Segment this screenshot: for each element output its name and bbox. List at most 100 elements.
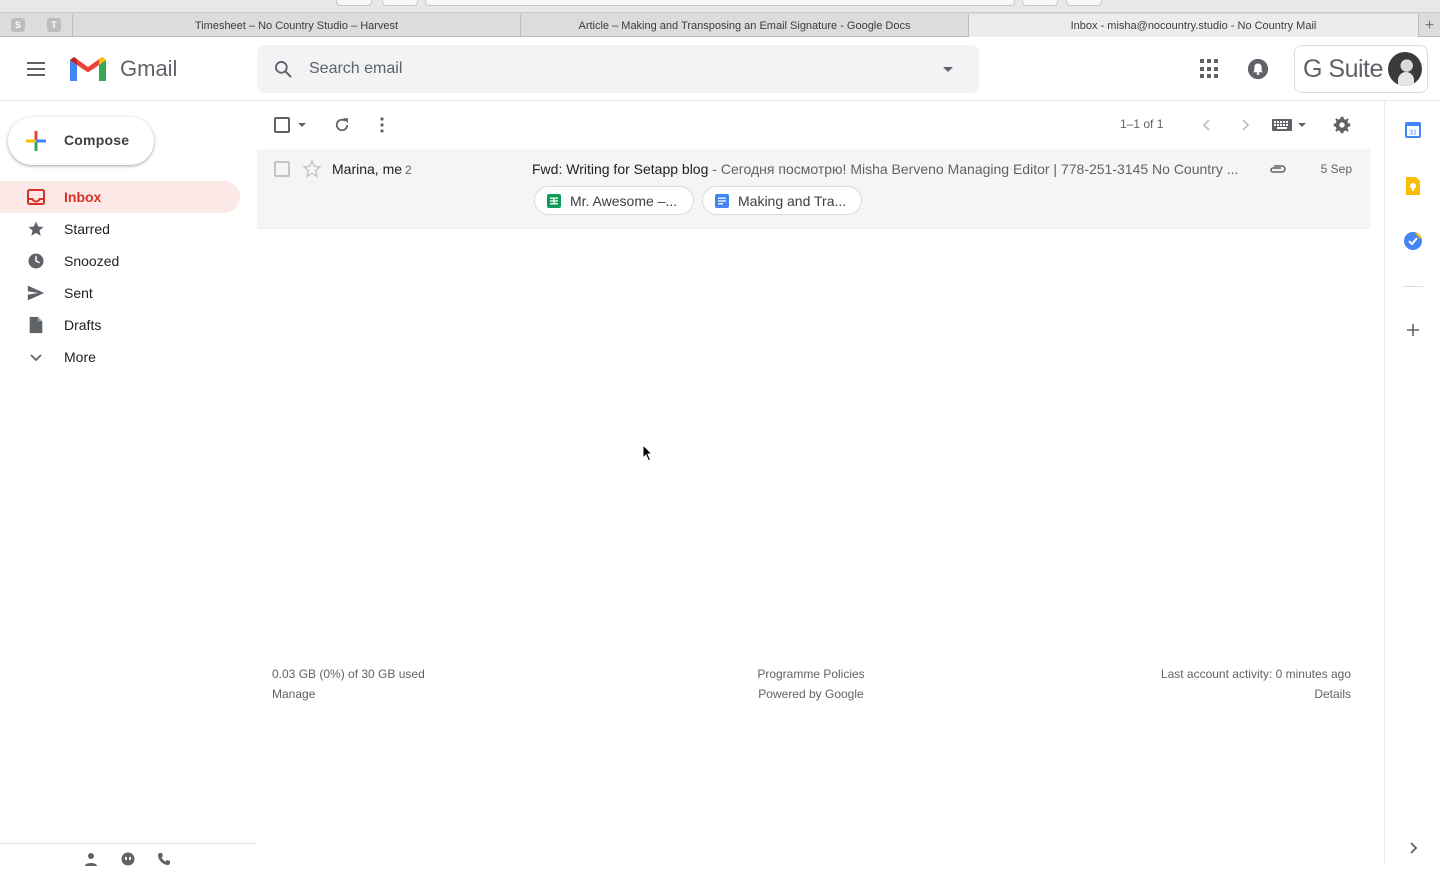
hangouts-bar — [0, 843, 256, 866]
tab-google-docs[interactable]: Article – Making and Transposing an Emai… — [520, 14, 968, 37]
tab-harvest[interactable]: Timesheet – No Country Studio – Harvest — [72, 14, 520, 37]
policy-info: Programme Policies Powered by Google — [711, 664, 911, 704]
email-select-checkbox[interactable] — [274, 161, 290, 177]
email-subject: Fwd: Writing for Setapp blog — [532, 161, 709, 177]
inbox-icon — [26, 188, 46, 206]
attachment-chip-sheet[interactable]: Mr. Awesome –... — [534, 186, 694, 215]
plus-icon: + — [1424, 16, 1435, 34]
pinned-tab-trello[interactable]: T — [40, 14, 68, 36]
gmail-wordmark: Gmail — [120, 56, 178, 81]
pinned-tab-label: S — [11, 18, 25, 32]
storage-usage: 0.03 GB (0%) of 30 GB used — [272, 667, 425, 681]
keep-icon[interactable] — [1403, 176, 1423, 196]
search-bar[interactable] — [257, 45, 979, 93]
browser-toolbar-edge — [0, 0, 1440, 13]
mouse-cursor-icon — [642, 444, 654, 462]
tab-gmail[interactable]: Inbox - misha@nocountry.studio - No Coun… — [968, 14, 1418, 37]
sidebar-item-label: Drafts — [64, 317, 102, 333]
browser-extension-button[interactable] — [1022, 0, 1058, 6]
notifications-bell-icon[interactable] — [1247, 58, 1269, 80]
sidebar-item-starred[interactable]: Starred — [0, 213, 240, 245]
compose-plus-icon — [26, 131, 46, 151]
manage-storage-link[interactable]: Manage — [272, 684, 425, 704]
tab-title: Article – Making and Transposing an Emai… — [578, 19, 911, 32]
keyboard-icon[interactable] — [1272, 119, 1294, 131]
tab-title: Inbox - misha@nocountry.studio - No Coun… — [1070, 19, 1317, 32]
email-row[interactable]: Marina, me 2 Fwd: Writing for Setapp blog… — [257, 149, 1370, 229]
star-toggle-icon[interactable] — [302, 159, 322, 179]
browser-address-bar[interactable] — [425, 0, 1015, 6]
account-switcher[interactable]: G Suite — [1294, 45, 1428, 93]
select-dropdown-icon[interactable] — [298, 123, 306, 127]
draft-icon — [26, 316, 46, 334]
email-date: 5 Sep — [1320, 162, 1352, 176]
clock-icon — [26, 252, 46, 270]
tab-title: Timesheet – No Country Studio – Harvest — [194, 19, 399, 32]
pinned-tab-setapp[interactable]: S — [4, 14, 32, 36]
pagination-text: 1–1 of 1 — [1120, 117, 1164, 131]
browser-back-button[interactable] — [336, 0, 372, 6]
mail-toolbar: 1–1 of 1 — [257, 105, 1370, 145]
powered-by: Powered by Google — [758, 687, 864, 701]
browser-forward-button[interactable] — [382, 0, 418, 6]
sender-names: Marina, me — [332, 161, 403, 177]
programme-policies-link[interactable]: Programme Policies — [711, 664, 911, 684]
addons-side-panel: 31 — [1384, 101, 1440, 865]
attachment-name: Making and Tra... — [738, 193, 847, 209]
account-activity: Last account activity: 0 minutes ago Det… — [1161, 664, 1351, 704]
sidebar-item-sent[interactable]: Sent — [0, 277, 240, 309]
input-tools-dropdown-icon[interactable] — [1298, 123, 1306, 127]
addons-divider — [1403, 286, 1423, 287]
sidebar-item-snoozed[interactable]: Snoozed — [0, 245, 240, 277]
newer-page-icon[interactable] — [1241, 118, 1251, 132]
search-input[interactable] — [309, 57, 909, 81]
pinned-tab-label: T — [47, 18, 61, 32]
sidebar-item-more[interactable]: More — [0, 341, 240, 373]
activity-details-link[interactable]: Details — [1161, 684, 1351, 704]
thread-count: 2 — [405, 163, 412, 177]
storage-info: 0.03 GB (0%) of 30 GB used Manage — [272, 664, 425, 704]
new-tab-button[interactable]: + — [1418, 14, 1440, 37]
sidebar-nav: Inbox Starred Snoozed Sent Drafts More — [0, 181, 256, 373]
tasks-icon[interactable] — [1403, 231, 1423, 251]
star-icon — [26, 220, 46, 238]
contacts-icon[interactable] — [84, 852, 98, 866]
sidebar-item-inbox[interactable]: Inbox — [0, 181, 240, 213]
docs-icon — [715, 194, 729, 208]
compose-button[interactable]: Compose — [8, 117, 154, 165]
refresh-icon[interactable] — [333, 116, 351, 134]
google-apps-icon[interactable] — [1200, 59, 1220, 79]
attachment-name: Mr. Awesome –... — [570, 193, 678, 209]
sidebar-item-drafts[interactable]: Drafts — [0, 309, 240, 341]
attachment-chip-doc[interactable]: Making and Tra... — [702, 186, 862, 215]
sidebar-item-label: Snoozed — [64, 253, 120, 269]
email-sender: Marina, me 2 — [332, 161, 412, 177]
compose-label: Compose — [64, 132, 130, 148]
main-menu-button[interactable] — [20, 53, 52, 85]
sheets-icon — [547, 194, 561, 208]
svg-text:31: 31 — [1409, 130, 1417, 137]
more-options-icon[interactable] — [379, 117, 385, 133]
browser-share-button[interactable] — [1066, 0, 1102, 6]
calendar-icon[interactable]: 31 — [1403, 120, 1423, 140]
email-snippet: - Сегодня посмотрю! Misha Berveno Managi… — [708, 161, 1239, 177]
hangouts-icon[interactable] — [121, 852, 135, 866]
chevron-down-icon — [26, 348, 46, 366]
gmail-header: Gmail G Suite — [0, 37, 1440, 101]
gmail-logo[interactable]: Gmail — [68, 55, 177, 83]
sidebar-item-label: Sent — [64, 285, 93, 301]
last-activity: Last account activity: 0 minutes ago — [1160, 667, 1351, 681]
send-icon — [26, 284, 46, 302]
select-all-checkbox[interactable] — [274, 117, 290, 133]
expand-panel-chevron-icon[interactable] — [1403, 838, 1423, 858]
settings-gear-icon[interactable] — [1333, 116, 1351, 134]
phone-icon[interactable] — [157, 852, 171, 866]
search-options-dropdown-icon[interactable] — [943, 67, 953, 72]
get-addons-plus-icon[interactable] — [1403, 320, 1423, 340]
gsuite-logo: G Suite — [1303, 55, 1383, 83]
search-icon[interactable] — [273, 59, 293, 79]
older-page-icon[interactable] — [1201, 118, 1211, 132]
gmail-m-icon — [70, 57, 106, 81]
avatar[interactable] — [1388, 52, 1422, 86]
attachment-paperclip-icon — [1270, 165, 1286, 173]
